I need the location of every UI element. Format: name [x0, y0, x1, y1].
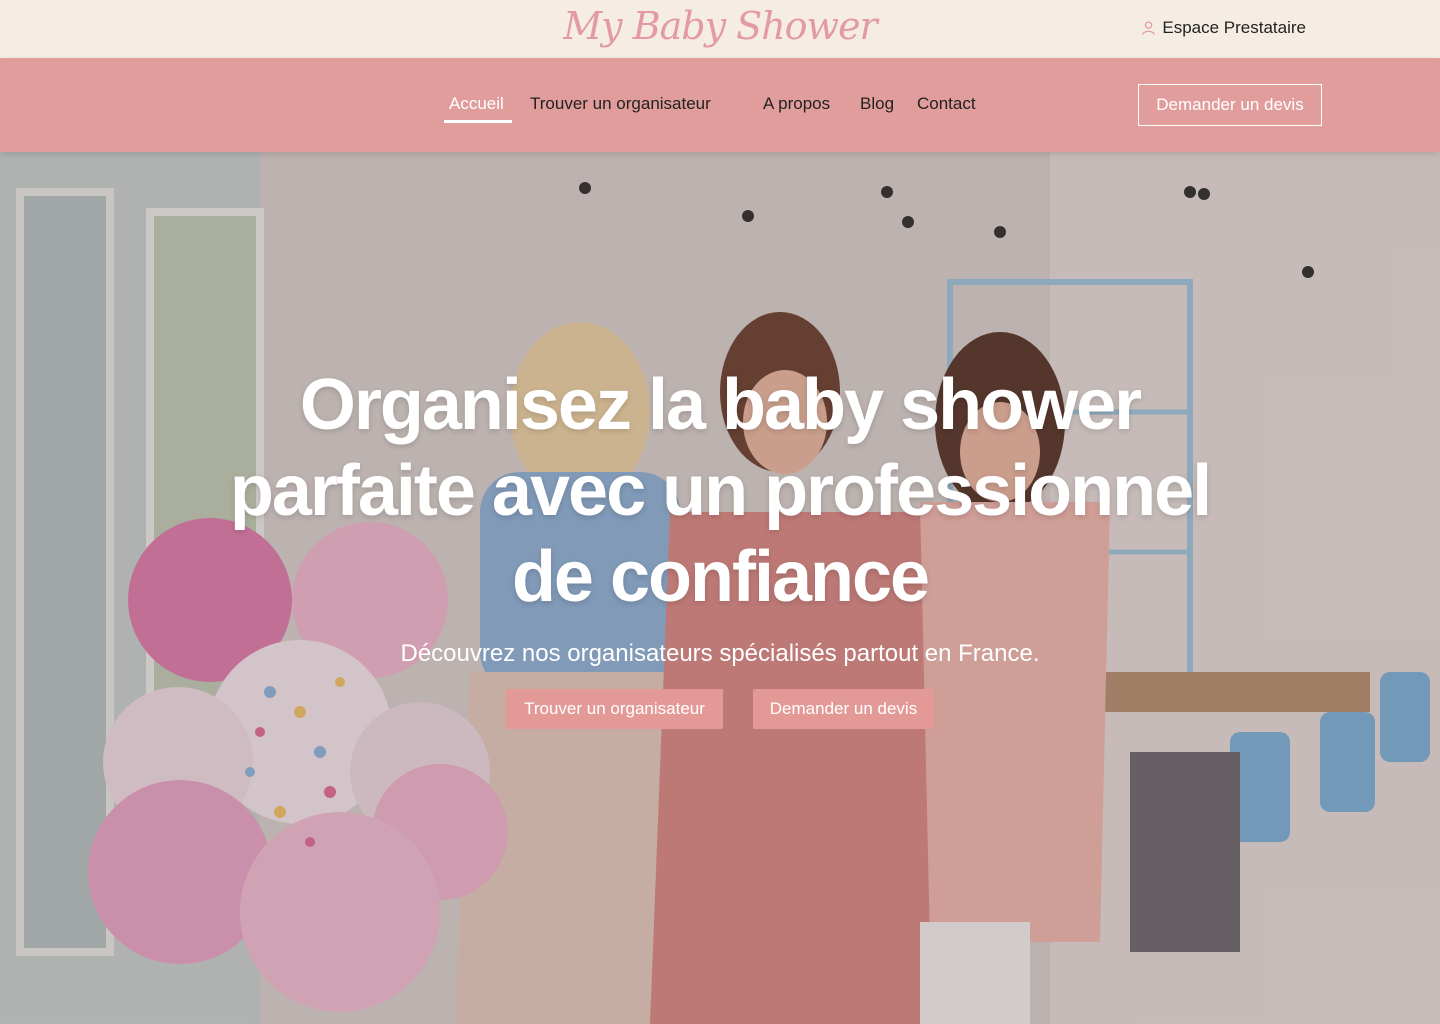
main-navigation: Accueil Trouver un organisateur A propos… [0, 58, 1440, 152]
hero-title-line-2: parfaite avec un professionnel [229, 451, 1212, 531]
nav-item-contact[interactable]: Contact [917, 94, 976, 114]
nav-item-a-propos[interactable]: A propos [763, 94, 830, 114]
hero-section: Organisez la baby shower parfaite avec u… [0, 152, 1440, 1024]
top-bar: My Baby Shower Espace Prestataire [0, 0, 1440, 58]
trouver-organisateur-button[interactable]: Trouver un organisateur [506, 689, 723, 729]
hero-title-line-3: de confiance [511, 537, 930, 617]
nav-item-trouver-organisateur[interactable]: Trouver un organisateur [530, 94, 711, 114]
active-nav-indicator [444, 120, 512, 123]
nav-item-blog[interactable]: Blog [860, 94, 894, 114]
espace-prestataire-link[interactable]: Espace Prestataire [1141, 18, 1306, 38]
hero-subtitle: Découvrez nos organisateurs spécialisés … [400, 640, 1040, 667]
nav-item-accueil[interactable]: Accueil [449, 94, 504, 114]
demander-devis-nav-button[interactable]: Demander un devis [1138, 84, 1322, 126]
user-icon [1142, 21, 1156, 35]
demander-devis-hero-button[interactable]: Demander un devis [753, 689, 934, 729]
hero-title-line-1: Organisez la baby shower [299, 365, 1142, 445]
espace-prestataire-label: Espace Prestataire [1162, 18, 1306, 37]
hero-title: Organisez la baby shower parfaite avec u… [120, 362, 1320, 620]
